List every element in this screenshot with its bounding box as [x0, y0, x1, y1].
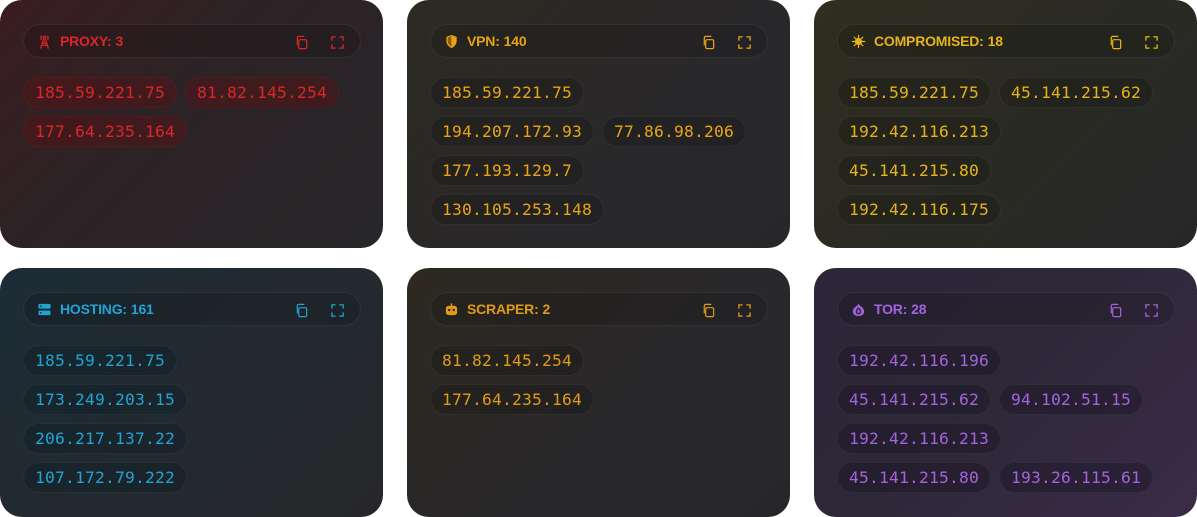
ip-chip[interactable]: 194.207.172.93 — [430, 116, 595, 147]
ip-chip[interactable]: 130.105.253.148 — [430, 194, 605, 225]
card-type-label: HOSTING — [60, 301, 123, 317]
card-count: 3 — [115, 33, 124, 49]
card-header: TOR: 28 — [837, 292, 1175, 326]
card-title: TOR: 28 — [874, 301, 927, 317]
copy-icon[interactable] — [1106, 33, 1124, 51]
ip-chip[interactable]: 45.141.215.80 — [837, 462, 992, 493]
card-title: PROXY: 3 — [60, 33, 124, 49]
ip-chip[interactable]: 193.26.115.61 — [999, 462, 1154, 493]
ip-chip[interactable]: 185.59.221.75 — [23, 77, 178, 108]
copy-icon[interactable] — [292, 301, 310, 319]
expand-icon[interactable] — [735, 33, 753, 51]
ip-card-compromised: COMPROMISED: 18 185.59.221.75 45.141.215.… — [814, 0, 1197, 248]
ip-chip[interactable]: 45.141.215.62 — [999, 77, 1154, 108]
robot-icon — [443, 301, 459, 317]
ip-chip[interactable]: 185.59.221.75 — [430, 77, 585, 108]
ip-list: 185.59.221.75 173.249.203.15 206.217.137… — [23, 345, 363, 493]
ip-chip[interactable]: 192.42.116.213 — [837, 116, 1002, 147]
expand-icon[interactable] — [1142, 33, 1160, 51]
ip-chip[interactable]: 107.172.79.222 — [23, 462, 188, 493]
ip-card-scraper: SCRAPER: 2 81.82.145.254 177.64.235.164 — [407, 268, 790, 517]
ip-chip[interactable]: 177.64.235.164 — [430, 384, 595, 415]
card-header: COMPROMISED: 18 — [837, 24, 1175, 58]
ip-chip[interactable]: 173.249.203.15 — [23, 384, 188, 415]
card-type-label: SCRAPER — [467, 301, 535, 317]
copy-icon[interactable] — [1106, 301, 1124, 319]
onion-icon — [850, 301, 866, 317]
card-header: VPN: 140 — [430, 24, 768, 58]
ip-chip[interactable]: 192.42.116.175 — [837, 194, 1002, 225]
card-title: SCRAPER: 2 — [467, 301, 551, 317]
copy-icon[interactable] — [292, 33, 310, 51]
ip-chip[interactable]: 45.141.215.62 — [837, 384, 992, 415]
ip-card-vpn: VPN: 140 185.59.221.75 194.207.172.93 77.… — [407, 0, 790, 248]
card-type-label: COMPROMISED — [874, 33, 980, 49]
card-header: HOSTING: 161 — [23, 292, 361, 326]
card-count: 18 — [987, 33, 1003, 49]
ip-list: 185.59.221.75 194.207.172.93 77.86.98.20… — [430, 77, 770, 225]
ip-chip[interactable]: 81.82.145.254 — [185, 77, 340, 108]
ip-chip[interactable]: 185.59.221.75 — [837, 77, 992, 108]
card-type-label: TOR — [874, 301, 903, 317]
ip-card-proxy: PROXY: 3 185.59.221.75 81.82.145.254 177.… — [0, 0, 383, 248]
ip-chip[interactable]: 185.59.221.75 — [23, 345, 178, 376]
ip-chip[interactable]: 206.217.137.22 — [23, 423, 188, 454]
card-title: COMPROMISED: 18 — [874, 33, 1003, 49]
card-count: 140 — [503, 33, 527, 49]
bug-icon — [850, 33, 866, 49]
card-type-label: VPN — [467, 33, 496, 49]
shield-icon — [443, 33, 459, 49]
ip-card-tor: TOR: 28 192.42.116.196 45.141.215.62 94.1… — [814, 268, 1197, 517]
copy-icon[interactable] — [699, 301, 717, 319]
ip-card-hosting: HOSTING: 161 185.59.221.75 173.249.203.15… — [0, 268, 383, 517]
ip-chip[interactable]: 177.193.129.7 — [430, 155, 585, 186]
expand-icon[interactable] — [1142, 301, 1160, 319]
copy-icon[interactable] — [699, 33, 717, 51]
card-count: 2 — [542, 301, 551, 317]
ip-chip[interactable]: 94.102.51.15 — [999, 384, 1144, 415]
ip-chip[interactable]: 192.42.116.213 — [837, 423, 1002, 454]
expand-icon[interactable] — [735, 301, 753, 319]
card-title: VPN: 140 — [467, 33, 527, 49]
expand-icon[interactable] — [328, 301, 346, 319]
ip-list: 185.59.221.75 45.141.215.62 192.42.116.2… — [837, 77, 1177, 225]
card-title: HOSTING: 161 — [60, 301, 154, 317]
card-count: 28 — [911, 301, 927, 317]
ip-chip[interactable]: 177.64.235.164 — [23, 116, 188, 147]
ip-chip[interactable]: 77.86.98.206 — [602, 116, 747, 147]
card-count: 161 — [130, 301, 154, 317]
expand-icon[interactable] — [328, 33, 346, 51]
card-header: SCRAPER: 2 — [430, 292, 768, 326]
ip-list: 185.59.221.75 81.82.145.254 177.64.235.1… — [23, 77, 363, 147]
ip-chip[interactable]: 45.141.215.80 — [837, 155, 992, 186]
proxy-tower-icon — [36, 33, 52, 49]
server-icon — [36, 301, 52, 317]
card-header: PROXY: 3 — [23, 24, 361, 58]
ip-chip[interactable]: 192.42.116.196 — [837, 345, 1002, 376]
card-type-label: PROXY — [60, 33, 107, 49]
ip-list: 81.82.145.254 177.64.235.164 — [430, 345, 770, 415]
ip-list: 192.42.116.196 45.141.215.62 94.102.51.1… — [837, 345, 1177, 493]
ip-chip[interactable]: 81.82.145.254 — [430, 345, 585, 376]
